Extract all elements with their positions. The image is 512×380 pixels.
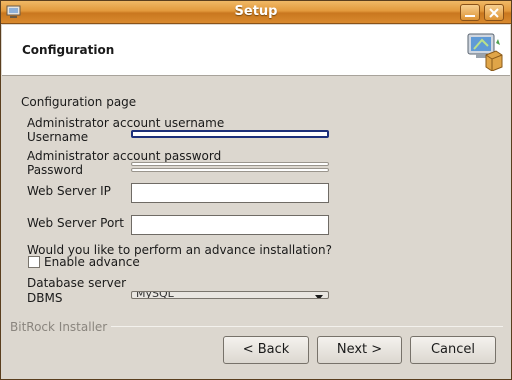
next-button[interactable]: Next > bbox=[317, 336, 402, 364]
admin-password-group-label: Administrator account password bbox=[27, 149, 222, 163]
window-title: Setup bbox=[234, 4, 278, 19]
minimize-button[interactable] bbox=[460, 4, 480, 21]
dbms-label: DBMS bbox=[27, 291, 63, 305]
database-server-label: Database server bbox=[27, 276, 127, 290]
page-heading: Configuration page bbox=[21, 95, 137, 109]
installer-branding: BitRock Installer bbox=[10, 320, 108, 334]
computer-package-icon bbox=[462, 31, 504, 72]
webserver-port-field[interactable] bbox=[131, 215, 329, 235]
footer-divider bbox=[111, 326, 503, 327]
username-field[interactable] bbox=[131, 130, 329, 142]
password-confirm-input[interactable] bbox=[132, 175, 328, 178]
back-button[interactable]: < Back bbox=[223, 336, 309, 364]
password-field-primary[interactable] bbox=[131, 162, 329, 172]
chevron-down-icon bbox=[312, 292, 326, 298]
minimize-icon bbox=[465, 15, 475, 17]
cancel-button[interactable]: Cancel bbox=[410, 336, 496, 364]
page-header: Configuration bbox=[2, 25, 510, 76]
setup-window: Setup Configuration Configuration page A… bbox=[0, 0, 512, 380]
enable-advance-label[interactable]: Enable advance bbox=[44, 255, 140, 269]
webserver-ip-input[interactable] bbox=[132, 184, 328, 202]
dbms-select[interactable]: MySQL bbox=[131, 291, 329, 299]
header-title: Configuration bbox=[22, 43, 115, 57]
admin-username-group-label: Administrator account username bbox=[27, 116, 225, 130]
webserver-port-label: Web Server Port bbox=[27, 216, 124, 230]
enable-advance-checkbox[interactable] bbox=[28, 256, 40, 268]
close-button[interactable] bbox=[484, 4, 504, 21]
password-field-confirm[interactable] bbox=[131, 168, 329, 178]
webserver-port-input[interactable] bbox=[132, 216, 328, 234]
dbms-selected-value: MySQL bbox=[136, 291, 174, 299]
titlebar[interactable]: Setup bbox=[1, 1, 511, 24]
close-icon bbox=[489, 8, 499, 18]
username-input[interactable] bbox=[133, 137, 327, 142]
password-label: Password bbox=[27, 163, 84, 177]
username-label: Username bbox=[27, 130, 89, 144]
webserver-ip-field[interactable] bbox=[131, 183, 329, 203]
webserver-ip-label: Web Server IP bbox=[27, 184, 111, 198]
